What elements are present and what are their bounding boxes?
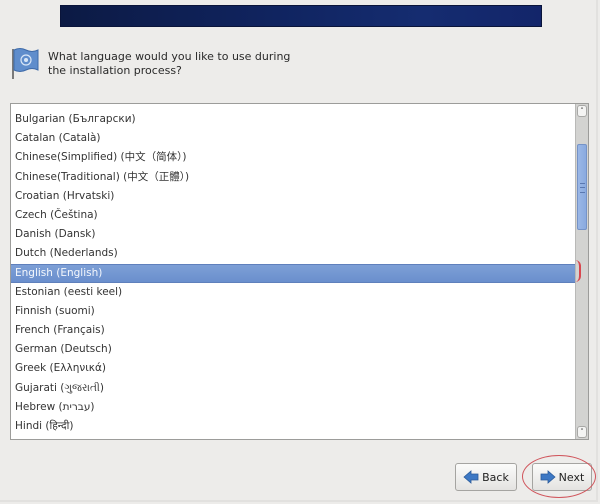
list-item[interactable]: French (Français) [11, 321, 575, 340]
language-prompt: What language would you like to use duri… [10, 46, 308, 82]
back-button[interactable]: Back [455, 463, 517, 491]
chevron-up-icon: ˄ [580, 107, 584, 115]
annotation-mark [575, 260, 581, 282]
list-item[interactable]: Hebrew (עברית) [11, 398, 575, 417]
list-item[interactable]: Bulgarian (Български) [11, 110, 575, 129]
language-list[interactable]: Bulgarian (Български) Catalan (Català) Chi… [11, 110, 575, 439]
installer-window: What language would you like to use duri… [0, 0, 598, 502]
scroll-thumb[interactable] [577, 144, 587, 230]
scroll-up-button[interactable]: ˄ [577, 105, 587, 117]
list-item[interactable]: Danish (Dansk) [11, 225, 575, 244]
next-button-label: Next [558, 470, 585, 484]
next-button[interactable]: Next [532, 463, 592, 491]
list-item[interactable]: Estonian (eesti keel) [11, 283, 575, 302]
list-item[interactable]: German (Deutsch) [11, 340, 575, 359]
list-item[interactable]: Chinese(Traditional) (中文（正體）) [11, 168, 575, 187]
back-button-label: Back [482, 470, 509, 484]
list-item[interactable]: Catalan (Català) [11, 129, 575, 148]
header-banner [60, 5, 542, 27]
list-item[interactable]: Finnish (suomi) [11, 302, 575, 321]
arrow-left-icon [463, 470, 479, 484]
arrow-right-icon [540, 470, 556, 484]
language-flag-icon [12, 48, 39, 79]
language-listbox[interactable]: Bulgarian (Български) Catalan (Català) Chi… [10, 103, 589, 440]
prompt-question: What language would you like to use duri… [48, 50, 291, 77]
scroll-down-button[interactable]: ˅ [577, 426, 587, 438]
chevron-down-icon: ˅ [580, 428, 584, 436]
list-item[interactable]: Croatian (Hrvatski) [11, 187, 575, 206]
list-item[interactable]: Gujarati (ગુજરાતી) [11, 379, 575, 398]
list-item[interactable]: Hindi (हिन्दी) [11, 417, 575, 436]
list-item[interactable]: Dutch (Nederlands) [11, 244, 575, 263]
list-item[interactable]: Chinese(Simplified) (中文（简体）) [11, 148, 575, 167]
grip-icon [580, 183, 585, 193]
list-item[interactable]: Czech (Čeština) [11, 206, 575, 225]
list-item[interactable]: Greek (Ελληνικά) [11, 359, 575, 378]
list-item-selected[interactable]: English (English) [11, 263, 575, 283]
